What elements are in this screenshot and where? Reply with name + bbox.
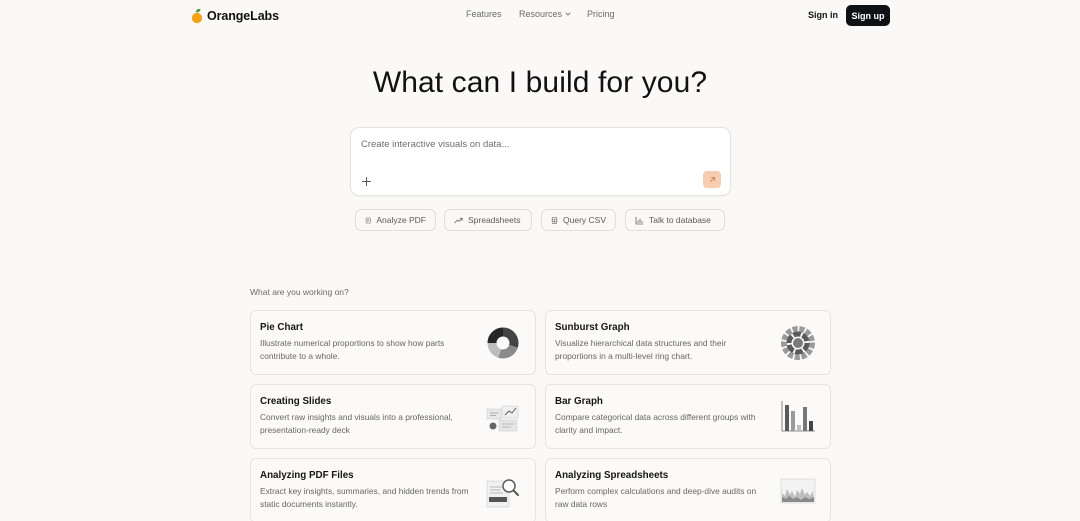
hero-title: What can I build for you?: [372, 66, 708, 99]
card-sunburst-graph[interactable]: Sunburst Graph Visualize hierarchical da…: [545, 310, 831, 375]
sign-in-link[interactable]: Sign in: [808, 10, 838, 20]
card-description: Perform complex calculations and deep-di…: [555, 486, 757, 509]
trend-up-icon: [454, 217, 463, 223]
card-creating-slides[interactable]: Creating Slides Convert raw insights and…: [250, 384, 536, 449]
magnifier-doc-icon: [485, 473, 521, 509]
sign-up-button[interactable]: Sign up: [846, 5, 890, 26]
chip-query-csv[interactable]: Query CSV: [541, 209, 616, 231]
card-title: Pie Chart: [260, 322, 304, 333]
document-icon: [365, 217, 371, 223]
prompt-box: [350, 127, 731, 196]
sunburst-icon: [780, 325, 816, 361]
card-bar-graph[interactable]: Bar Graph Compare categorical data acros…: [545, 384, 831, 449]
prompt-input[interactable]: [361, 137, 701, 151]
quick-action-chips: Analyze PDF Spreadsheets Query CSV Talk …: [0, 209, 1080, 231]
top-nav: OrangeLabs Features Resources Pricing Si…: [0, 0, 1080, 32]
chip-label: Spreadsheets: [468, 215, 521, 225]
card-description: Convert raw insights and visuals into a …: [260, 412, 453, 435]
brand-name: OrangeLabs: [207, 9, 279, 23]
chip-label: Talk to database: [649, 215, 711, 225]
card-description: Compare categorical data across differen…: [555, 412, 756, 435]
chip-label: Query CSV: [563, 215, 606, 225]
card-description: Visualize hierarchical data structures a…: [555, 338, 727, 361]
card-description: Illustrate numerical proportions to show…: [260, 338, 445, 361]
orange-logo-icon: [191, 8, 203, 24]
nav-link-pricing[interactable]: Pricing: [587, 9, 615, 19]
bar-chart-icon: [635, 216, 644, 224]
card-title: Analyzing Spreadsheets: [555, 470, 669, 481]
chip-analyze-pdf[interactable]: Analyze PDF: [355, 209, 436, 231]
card-title: Bar Graph: [555, 396, 603, 407]
nav-link-resources[interactable]: Resources: [519, 9, 571, 19]
chip-spreadsheets[interactable]: Spreadsheets: [444, 209, 532, 231]
bar-graph-icon: [780, 399, 816, 435]
table-icon: [551, 216, 558, 224]
card-title: Sunburst Graph: [555, 322, 630, 333]
area-chart-icon: [780, 473, 816, 509]
card-description: Extract key insights, summaries, and hid…: [260, 486, 469, 509]
card-pie-chart[interactable]: Pie Chart Illustrate numerical proportio…: [250, 310, 536, 375]
card-title: Analyzing PDF Files: [260, 470, 354, 481]
card-analyzing-pdf-files[interactable]: Analyzing PDF Files Extract key insights…: [250, 458, 536, 521]
nav-link-features[interactable]: Features: [466, 9, 502, 19]
brand-logo[interactable]: OrangeLabs: [191, 6, 279, 26]
card-title: Creating Slides: [260, 396, 332, 407]
section-label: What are you working on?: [250, 287, 349, 297]
donut-chart-icon: [485, 325, 521, 361]
chevron-down-icon: [565, 12, 571, 16]
chip-talk-to-database[interactable]: Talk to database: [625, 209, 725, 231]
slides-icon: [485, 399, 521, 435]
chip-label: Analyze PDF: [376, 215, 426, 225]
plus-icon[interactable]: [361, 174, 372, 186]
arrow-up-right-icon: [709, 177, 715, 182]
card-analyzing-spreadsheets[interactable]: Analyzing Spreadsheets Perform complex c…: [545, 458, 831, 521]
nav-link-resources-label: Resources: [519, 9, 563, 19]
send-button[interactable]: [703, 171, 721, 188]
